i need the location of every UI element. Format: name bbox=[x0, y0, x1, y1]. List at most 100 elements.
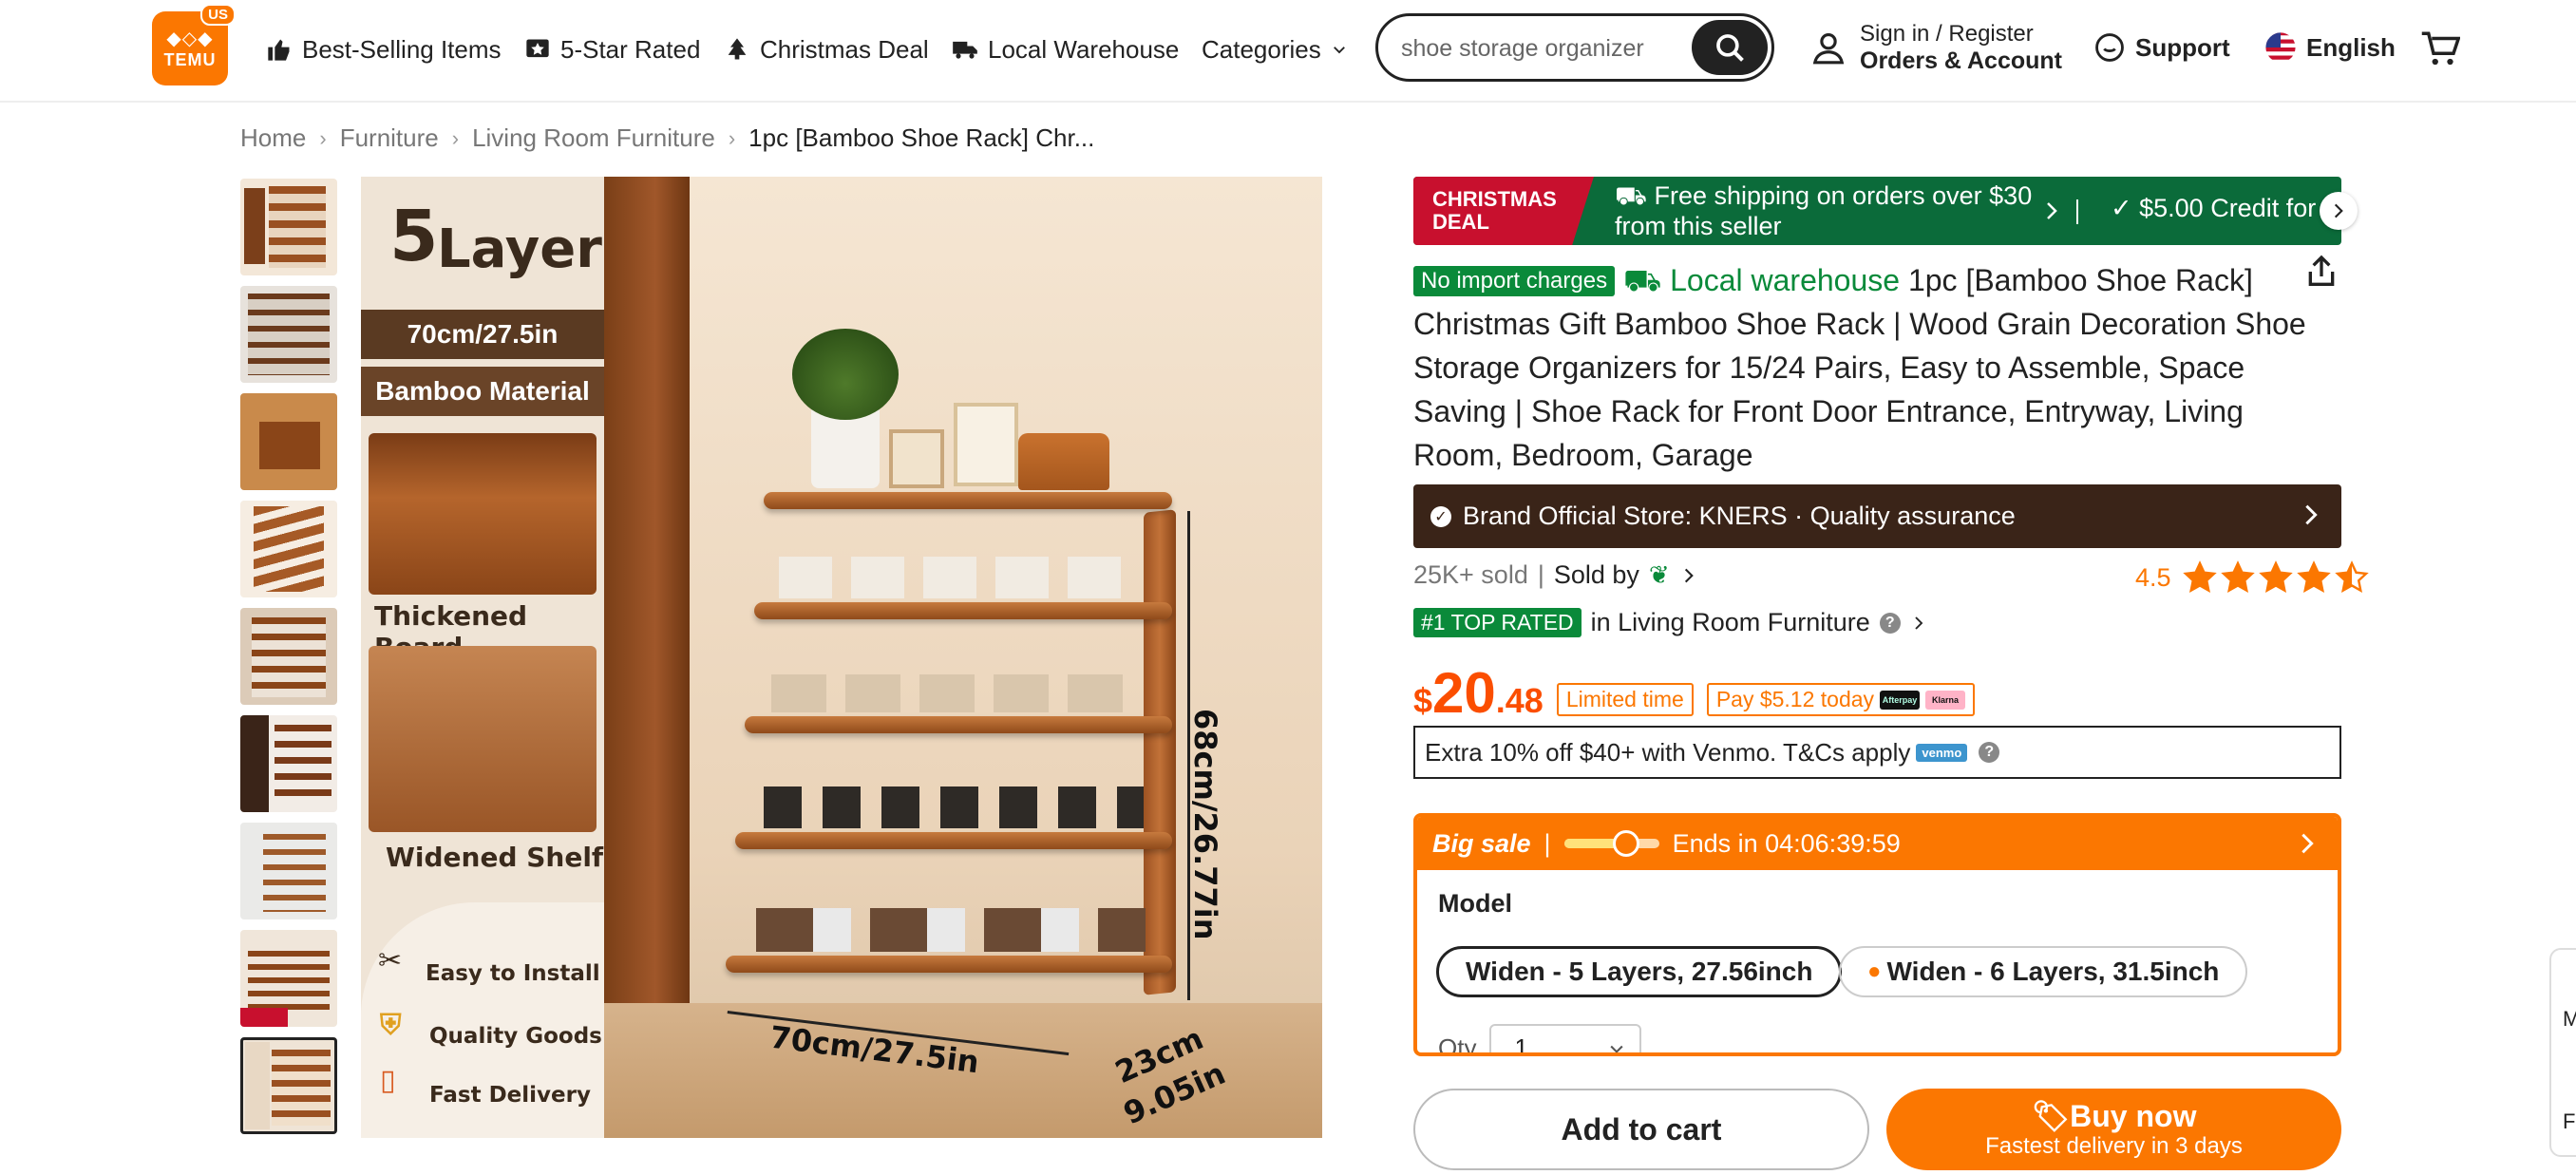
headline-word: Layer bbox=[437, 218, 602, 280]
star-icon bbox=[2220, 560, 2255, 593]
star-icon bbox=[2182, 560, 2217, 593]
rating-stars bbox=[2182, 560, 2369, 595]
side-floating-tab[interactable]: M Fe bbox=[2549, 948, 2576, 1157]
thumbnail[interactable] bbox=[240, 930, 337, 1027]
brand-store-bar[interactable]: ✓ Brand Official Store: KNERS · Quality … bbox=[1413, 484, 2341, 548]
thumbnail[interactable] bbox=[240, 286, 337, 383]
handbag bbox=[1018, 433, 1109, 490]
model-option-5-layers[interactable]: Widen - 5 Layers, 27.56inch bbox=[1436, 946, 1843, 997]
wide-shelf-label: Widened Shelf bbox=[386, 842, 604, 873]
nav-local-warehouse[interactable]: Local Warehouse bbox=[952, 30, 1179, 68]
plant-leaves bbox=[792, 329, 899, 420]
model-label: Model bbox=[1438, 889, 1512, 918]
thumbnail-active[interactable] bbox=[240, 1037, 337, 1134]
help-icon[interactable]: ? bbox=[1979, 742, 2000, 763]
brand-store-label: Brand Official Store: KNERS · Quality as… bbox=[1463, 502, 2016, 530]
shield-icon: ⛨ bbox=[380, 1009, 402, 1042]
quantity-select[interactable]: 1 bbox=[1489, 1024, 1642, 1056]
promo-divider bbox=[2076, 199, 2078, 224]
quantity-row: Qty 1 bbox=[1438, 1024, 1642, 1056]
room-background bbox=[604, 177, 1322, 1138]
chevron-right-icon bbox=[2334, 203, 2343, 218]
nav-categories-label: Categories bbox=[1202, 34, 1321, 64]
perk-fast-delivery: Fast Delivery bbox=[429, 1083, 591, 1108]
free-shipping-text: ⛟ Free shipping on orders over $30 from … bbox=[1615, 180, 2033, 241]
cart-icon[interactable] bbox=[2420, 28, 2460, 68]
breadcrumb-home[interactable]: Home bbox=[240, 123, 306, 153]
feature-panel: 5 Layer 70cm/27.5in Bamboo Material Thic… bbox=[361, 177, 604, 1138]
search-button[interactable] bbox=[1692, 20, 1768, 75]
top-rated-badge: #1 TOP RATED bbox=[1413, 608, 1582, 637]
shoes-row bbox=[771, 674, 1142, 712]
star-icon bbox=[2258, 560, 2293, 593]
price: $20.48 bbox=[1413, 665, 1544, 722]
nav-christmas-deal-label: Christmas Deal bbox=[760, 34, 929, 64]
help-icon[interactable]: ? bbox=[1879, 612, 1901, 634]
account-menu[interactable]: Sign in / Register Orders & Account bbox=[1810, 21, 2062, 74]
thumbnail[interactable] bbox=[240, 608, 337, 705]
rack-shelf bbox=[764, 492, 1172, 509]
check-icon: ✓ bbox=[2111, 194, 2140, 222]
credit-text: ✓ $5.00 Credit for bbox=[2111, 194, 2316, 223]
afterpay-logo-icon: Afterpay bbox=[1880, 690, 1921, 710]
thumbnail[interactable] bbox=[240, 823, 337, 919]
model-option-6-layers[interactable]: ● Widen - 6 Layers, 31.5inch bbox=[1839, 946, 2248, 997]
breadcrumb-furniture[interactable]: Furniture bbox=[340, 123, 439, 153]
photo-frame bbox=[889, 429, 944, 488]
venmo-offer[interactable]: Extra 10% off $40+ with Venmo. T&Cs appl… bbox=[1413, 726, 2341, 779]
seller-logo-icon[interactable]: ❦ bbox=[1649, 560, 1670, 590]
material-band: Bamboo Material bbox=[361, 367, 604, 416]
search-input[interactable] bbox=[1401, 29, 1686, 67]
buy-now-label: 🏷Buy now bbox=[2032, 1099, 2197, 1133]
language-selector[interactable]: English bbox=[2264, 28, 2396, 66]
language-label: English bbox=[2306, 32, 2396, 62]
big-sale-label: Big sale bbox=[1432, 828, 1531, 858]
rack-side-panel bbox=[1144, 509, 1176, 995]
nav-local-warehouse-label: Local Warehouse bbox=[988, 34, 1180, 64]
breadcrumb-separator-icon: › bbox=[451, 125, 460, 150]
rack-shelf bbox=[735, 832, 1172, 849]
thumbnail[interactable] bbox=[240, 179, 337, 275]
chevron-right-icon bbox=[2047, 202, 2057, 219]
christmas-tag-line1: CHRISTMAS bbox=[1432, 187, 1557, 211]
nav-best-selling[interactable]: Best-Selling Items bbox=[266, 30, 502, 68]
price-currency: $ bbox=[1413, 681, 1433, 720]
thumbnail[interactable] bbox=[240, 715, 337, 812]
sold-by-label: Sold by bbox=[1553, 560, 1639, 589]
nav-categories[interactable]: Categories bbox=[1202, 30, 1348, 68]
support-link[interactable]: Support bbox=[2093, 28, 2230, 66]
promo-banner[interactable]: CHRISTMAS DEAL ⛟ Free shipping on orders… bbox=[1413, 177, 2341, 245]
top-rated-row[interactable]: #1 TOP RATED in Living Room Furniture ? bbox=[1413, 608, 1927, 637]
breadcrumb-living-room[interactable]: Living Room Furniture bbox=[472, 123, 715, 153]
logo-word: TEMU bbox=[163, 50, 217, 69]
pay-today-tag[interactable]: Pay $5.12 today Afterpay Klarna bbox=[1706, 683, 1976, 716]
truck-icon: ⛟ bbox=[1615, 181, 1655, 210]
buy-now-button[interactable]: 🏷Buy now Fastest delivery in 3 days bbox=[1886, 1089, 2341, 1170]
christmas-tree-icon bbox=[728, 38, 747, 60]
nav-christmas-deal[interactable]: Christmas Deal bbox=[724, 30, 929, 68]
add-to-cart-button[interactable]: Add to cart bbox=[1413, 1089, 1869, 1170]
share-icon[interactable] bbox=[2302, 253, 2340, 291]
thumbnail[interactable] bbox=[240, 393, 337, 490]
divider: | bbox=[1537, 560, 1544, 589]
thumbs-up-icon bbox=[268, 39, 290, 61]
thumbnail[interactable] bbox=[240, 501, 337, 597]
nav-five-star[interactable]: 5-Star Rated bbox=[524, 30, 700, 68]
sign-in-label: Sign in / Register bbox=[1860, 21, 2034, 47]
chevron-right-icon bbox=[1684, 568, 1694, 582]
divider: | bbox=[1544, 828, 1551, 858]
sale-ends-timer: Ends in 04:06:39:59 bbox=[1672, 828, 1901, 858]
thick-board-image bbox=[369, 433, 597, 595]
promo-next-button[interactable] bbox=[2320, 192, 2358, 230]
rack-shelf bbox=[726, 956, 1172, 973]
nav-best-selling-label: Best-Selling Items bbox=[302, 34, 502, 64]
temu-logo[interactable]: ◆◇◆ TEMU US bbox=[152, 4, 236, 85]
qty-value: 1 bbox=[1514, 1033, 1528, 1056]
venmo-offer-text: Extra 10% off $40+ with Venmo. T&Cs appl… bbox=[1425, 737, 1911, 767]
local-warehouse-label: ⛟ Local warehouse bbox=[1623, 263, 1900, 297]
buy-now-sublabel: Fastest delivery in 3 days bbox=[1985, 1133, 2243, 1159]
main-product-image[interactable]: 5 Layer 70cm/27.5in Bamboo Material Thic… bbox=[361, 177, 1322, 1138]
big-sale-header[interactable]: Big sale | Ends in 04:06:39:59 bbox=[1417, 817, 2338, 870]
rating[interactable]: 4.5 bbox=[2135, 560, 2369, 595]
search-bar bbox=[1375, 13, 1774, 82]
